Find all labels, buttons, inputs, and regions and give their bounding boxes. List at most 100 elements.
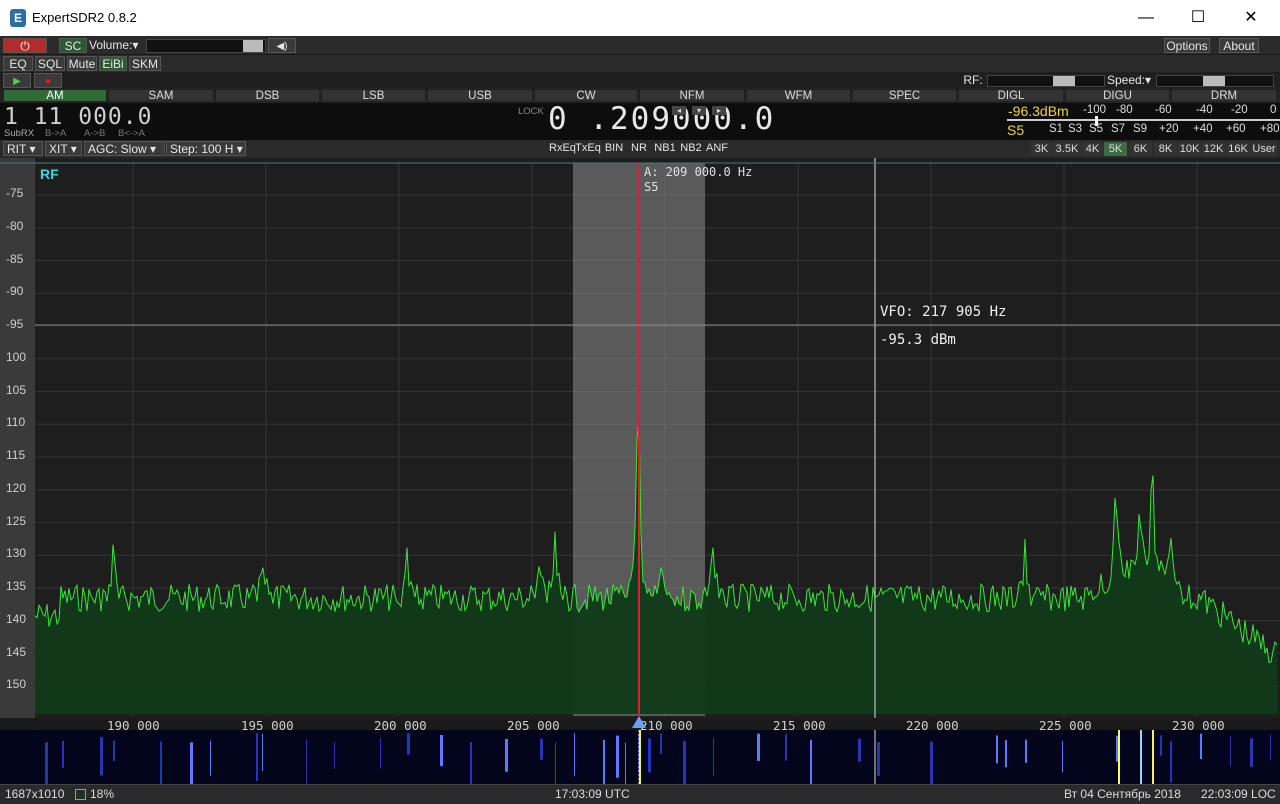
mode-usb[interactable]: USB bbox=[427, 89, 533, 102]
meter-top-tick: -20 bbox=[1231, 104, 1248, 116]
b-to-a-button[interactable]: B->A bbox=[45, 128, 66, 139]
skm-button[interactable]: SKM bbox=[129, 56, 161, 71]
speaker-icon[interactable]: ◀) bbox=[268, 38, 296, 53]
rf-slider-handle[interactable] bbox=[1053, 76, 1075, 86]
waterfall-streak bbox=[1160, 735, 1162, 756]
minimize-button[interactable]: — bbox=[1131, 6, 1161, 30]
waterfall-streak bbox=[334, 742, 335, 769]
waterfall-streak bbox=[1170, 741, 1172, 783]
waterfall-streak bbox=[1270, 734, 1271, 761]
record-button[interactable]: ● bbox=[34, 73, 62, 88]
title-bar: E ExpertSDR2 0.8.2 — ☐ ✕ bbox=[0, 0, 1280, 36]
eq-button[interactable]: EQ bbox=[3, 56, 33, 71]
agc-dropdown[interactable]: AGC: Slow ▾ bbox=[84, 141, 165, 156]
nr-button[interactable]: NR bbox=[628, 141, 650, 156]
about-button[interactable]: About bbox=[1219, 38, 1259, 53]
meter-bottom-scale: S1 S3 S5 S7 S9 +20 +40 +60 +80 bbox=[1047, 123, 1280, 136]
meter-bottom-tick: S1 bbox=[1049, 123, 1064, 135]
close-button[interactable]: ✕ bbox=[1236, 6, 1266, 30]
subrx-button[interactable]: SubRX bbox=[4, 128, 34, 139]
mode-lsb[interactable]: LSB bbox=[321, 89, 426, 102]
a-to-b-button[interactable]: A->B bbox=[84, 128, 105, 139]
bw-user-button[interactable]: User bbox=[1251, 142, 1277, 156]
step-dropdown[interactable]: Step: 100 H ▾ bbox=[166, 141, 246, 156]
bw-3-5k-button[interactable]: 3.5K bbox=[1053, 142, 1081, 156]
speed-slider[interactable] bbox=[1156, 75, 1274, 87]
xit-dropdown[interactable]: XIT ▾ bbox=[45, 141, 82, 156]
cpu-icon bbox=[75, 789, 86, 800]
speed-label[interactable]: Speed:▾ bbox=[1104, 73, 1154, 88]
spectrum-canvas[interactable] bbox=[0, 158, 1280, 718]
bin-button[interactable]: BIN bbox=[602, 141, 626, 156]
lock-label[interactable]: LOCK bbox=[518, 106, 544, 117]
subrx-frequency-display[interactable]: 1 11 000.0 bbox=[4, 104, 152, 130]
bw-5k-button[interactable]: 5K bbox=[1104, 142, 1127, 156]
anf-button[interactable]: ANF bbox=[704, 141, 730, 156]
play-button[interactable]: ▶ bbox=[3, 73, 31, 88]
waterfall-streak bbox=[810, 739, 812, 784]
mute-button[interactable]: Mute bbox=[67, 56, 97, 71]
mode-dsb[interactable]: DSB bbox=[215, 89, 320, 102]
y-axis-tick: 140 bbox=[6, 612, 27, 626]
waterfall-signal bbox=[1152, 730, 1154, 784]
waterfall-canvas[interactable] bbox=[0, 730, 1280, 784]
volume-label[interactable]: Volume:▾ bbox=[89, 38, 143, 53]
waterfall-streak bbox=[470, 742, 472, 784]
options-button[interactable]: Options bbox=[1164, 38, 1210, 53]
eibi-button[interactable]: EiBi bbox=[99, 56, 127, 71]
waterfall-streak bbox=[1025, 739, 1027, 763]
nb1-button[interactable]: NB1 bbox=[652, 141, 678, 156]
mode-sam[interactable]: SAM bbox=[108, 89, 214, 102]
meter-bottom-tick: +20 bbox=[1159, 123, 1179, 135]
waterfall-streak bbox=[100, 737, 103, 776]
mode-digu[interactable]: DIGU bbox=[1065, 89, 1170, 102]
rxeq-button[interactable]: RxEq bbox=[549, 141, 576, 156]
volume-slider-handle[interactable] bbox=[243, 40, 263, 52]
b-swap-a-button[interactable]: B<->A bbox=[118, 128, 145, 139]
rf-slider[interactable] bbox=[987, 75, 1105, 87]
sql-button[interactable]: SQL bbox=[35, 56, 65, 71]
marker-s-label: S5 bbox=[644, 180, 659, 194]
bw-6k-button[interactable]: 6K bbox=[1129, 142, 1152, 156]
bw-3k-button[interactable]: 3K bbox=[1031, 142, 1052, 156]
meter-s-value: S5 bbox=[1007, 122, 1025, 138]
arrow-down-icon[interactable]: ▾ bbox=[692, 106, 706, 115]
main-frequency-display[interactable]: 0 .209000.0 bbox=[548, 101, 775, 137]
y-axis-tick: 135 bbox=[6, 579, 27, 593]
mode-drm[interactable]: DRM bbox=[1171, 89, 1277, 102]
arrow-right-icon[interactable]: ▸ bbox=[712, 106, 726, 115]
y-axis-tick: 115 bbox=[6, 448, 26, 462]
spectrum-panel[interactable]: RF A: 209 000.0 Hz S5 VFO: 217 905 Hz -9… bbox=[0, 158, 1280, 718]
app-icon: E bbox=[10, 9, 26, 27]
rf-label: RF bbox=[40, 166, 59, 182]
meter-bar bbox=[1007, 119, 1280, 121]
toolbar-main: ⏻ SC Volume:▾ ◀) Options About bbox=[0, 36, 1280, 54]
bw-12k-button[interactable]: 12K bbox=[1202, 142, 1225, 156]
sc-button[interactable]: SC bbox=[59, 38, 87, 53]
bw-8k-button[interactable]: 8K bbox=[1154, 142, 1177, 156]
marker-frequency-label: A: 209 000.0 Hz bbox=[644, 165, 753, 179]
speed-slider-handle[interactable] bbox=[1203, 76, 1225, 86]
mode-am[interactable]: AM bbox=[3, 89, 107, 102]
meter-bottom-tick: +60 bbox=[1226, 123, 1246, 135]
mode-spec[interactable]: SPEC bbox=[852, 89, 957, 102]
waterfall-streak bbox=[877, 741, 880, 776]
waterfall[interactable] bbox=[0, 730, 1280, 784]
txeq-button[interactable]: TxEq bbox=[575, 141, 601, 156]
tuning-marker-icon[interactable] bbox=[632, 716, 646, 728]
bw-4k-button[interactable]: 4K bbox=[1082, 142, 1103, 156]
arrow-left-icon[interactable]: ◂ bbox=[672, 106, 686, 115]
nb2-button[interactable]: NB2 bbox=[678, 141, 704, 156]
maximize-button[interactable]: ☐ bbox=[1183, 6, 1213, 30]
waterfall-streak bbox=[660, 733, 662, 755]
rit-dropdown[interactable]: RIT ▾ bbox=[3, 141, 43, 156]
bw-16k-button[interactable]: 16K bbox=[1226, 142, 1250, 156]
mode-digl[interactable]: DIGL bbox=[958, 89, 1064, 102]
waterfall-streak bbox=[616, 735, 619, 778]
bw-10k-button[interactable]: 10K bbox=[1178, 142, 1201, 156]
y-axis-tick: 150 bbox=[6, 677, 27, 691]
waterfall-streak bbox=[440, 735, 443, 767]
volume-slider[interactable] bbox=[146, 39, 266, 53]
waterfall-streak bbox=[45, 742, 48, 784]
power-button[interactable]: ⏻ bbox=[3, 38, 47, 53]
